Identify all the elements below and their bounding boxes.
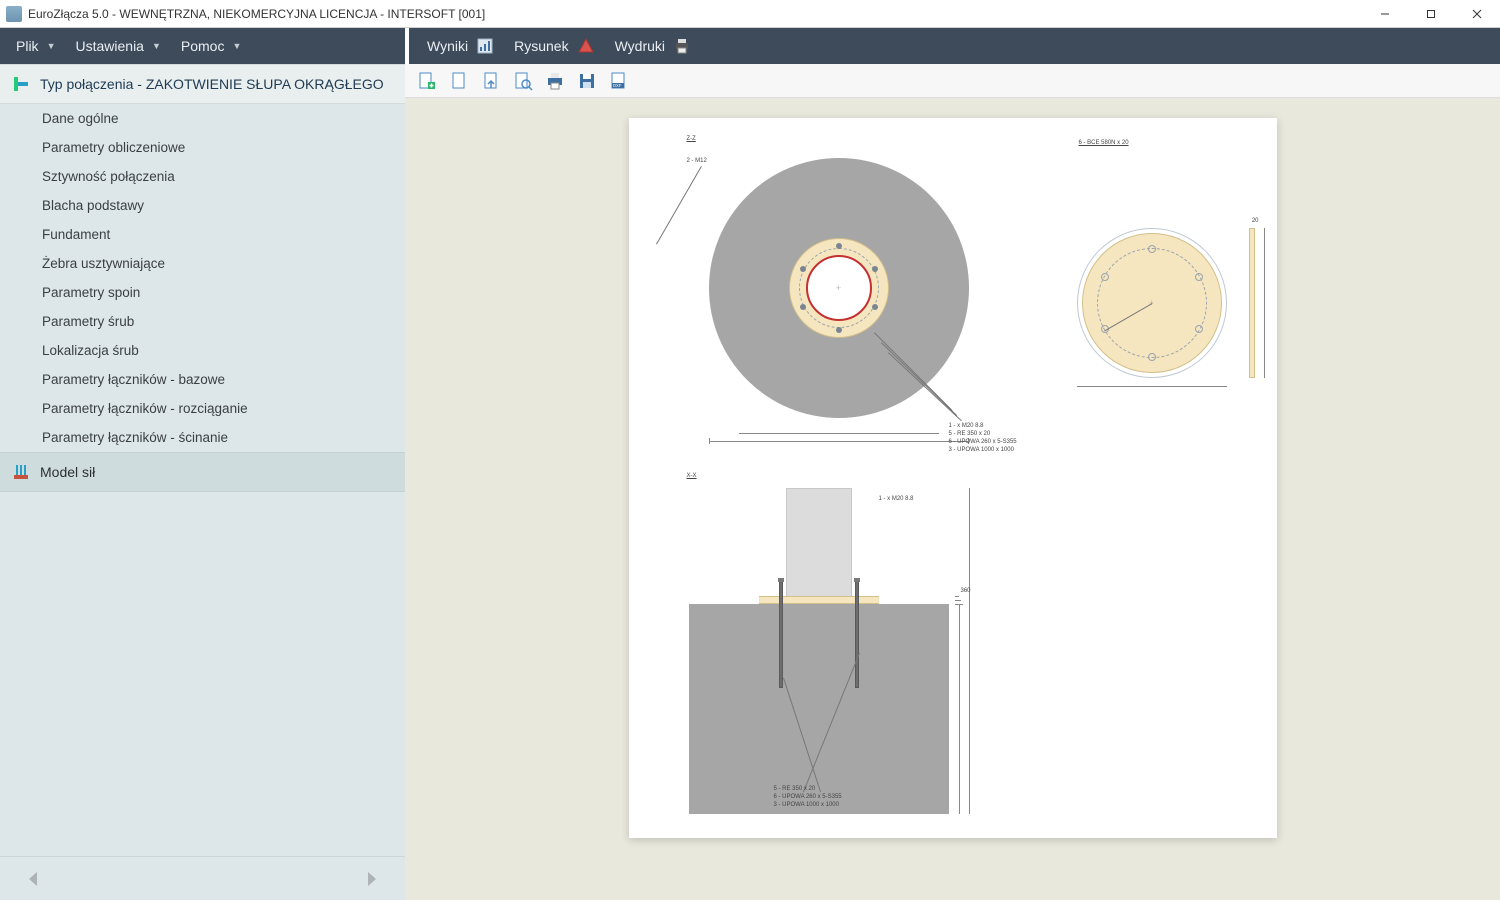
sidebar-item-laczniki-scinanie[interactable]: Parametry łączników - ścinanie [0,423,405,452]
sidebar-item-label: Dane ogólne [42,111,119,126]
dimension-line [709,441,969,442]
print-button[interactable] [543,69,567,93]
dimension-line [959,604,960,814]
menu-bar-left: Plik ▼ Ustawienia ▼ Pomoc ▼ [0,28,405,64]
callout-item1: 2 - M12 [687,158,707,164]
sidebar-item-label: Parametry spoin [42,285,140,300]
view-label-xx: X-X [687,473,697,479]
elev-callout: 1 - x M20 8.8 [879,496,914,502]
plan-view-small: + [1077,228,1227,378]
sidebar-item-blacha-podstawy[interactable]: Blacha podstawy [0,191,405,220]
plan-view-large: + [709,158,969,418]
chevron-down-icon: ▼ [152,41,161,51]
chevron-down-icon: ▼ [47,41,56,51]
results-icon [476,37,494,55]
sidebar-item-fundament[interactable]: Fundament [0,220,405,249]
sidebar-item-laczniki-bazowe[interactable]: Parametry łączników - bazowe [0,365,405,394]
printer-icon [673,37,691,55]
dimension-line [739,433,939,434]
menu-pomoc[interactable]: Pomoc ▼ [171,32,252,60]
sidebar-item-label: Blacha podstawy [42,198,144,213]
dimension-line [1264,228,1265,378]
sidebar-item-label: Parametry łączników - ścinanie [42,430,228,445]
sidebar-item-label: Parametry łączników - rozciąganie [42,401,248,416]
sidebar-item-lokalizacja-srub[interactable]: Lokalizacja śrub [0,336,405,365]
title-bar: EuroZłącza 5.0 - WEWNĘTRZNA, NIEKOMERCYJ… [0,0,1500,28]
sidebar-item-dane-ogolne[interactable]: Dane ogólne [0,104,405,133]
sidebar-item-label: Fundament [42,227,110,242]
new-page-button[interactable] [415,69,439,93]
dimension-text: 20 [1252,218,1259,224]
elev-callout: 6 - UPOWA 260 x 5-S355 [774,794,842,800]
window-maximize-button[interactable] [1408,0,1454,28]
sidebar-item-label: Lokalizacja śrub [42,343,139,358]
menu-rysunek[interactable]: Rysunek [504,31,604,61]
connection-type-icon [12,75,30,93]
main-area: DXF Z-Z 2 - M12 + [405,64,1500,900]
app-icon [6,6,22,22]
drawing-toolbar: DXF [405,64,1500,98]
menu-bar: Plik ▼ Ustawienia ▼ Pomoc ▼ Wyniki Rysun… [0,28,1500,64]
nav-prev-button[interactable] [20,865,48,893]
dimension-line [969,488,970,814]
menu-ustawienia[interactable]: Ustawienia ▼ [65,32,170,60]
sidebar-item-parametry-obliczeniowe[interactable]: Parametry obliczeniowe [0,133,405,162]
callout-text: 1 - x M20 8.8 [949,423,984,429]
window-minimize-button[interactable] [1362,0,1408,28]
page-inspect-button[interactable] [511,69,535,93]
elevation-view [689,488,989,828]
nav-next-button[interactable] [357,865,385,893]
window-title: EuroZłącza 5.0 - WEWNĘTRZNA, NIEKOMERCYJ… [28,7,485,21]
dimension-text: 360 [961,588,971,594]
sidebar-item-laczniki-rozciaganie[interactable]: Parametry łączników - rozciąganie [0,394,405,423]
elev-callout: 5 - RE 350 x 20 [774,786,816,792]
menu-wyniki[interactable]: Wyniki [417,31,504,61]
sidebar-item-zebra-usztywniajace[interactable]: Żebra usztywniające [0,249,405,278]
sidebar: Typ połączenia - ZAKOTWIENIE SŁUPA OKRĄG… [0,64,405,900]
callout-text: 5 - RE 350 x 20 [949,431,991,437]
page-import-button[interactable] [479,69,503,93]
export-dxf-button[interactable]: DXF [607,69,631,93]
menu-label: Wyniki [427,38,468,54]
sidebar-item-label: Parametry łączników - bazowe [42,372,225,387]
sidebar-item-label: Sztywność połączenia [42,169,175,184]
forces-model-icon [12,463,30,481]
sidebar-nav [0,856,405,900]
dimension-line [1077,386,1227,387]
save-button[interactable] [575,69,599,93]
menu-label: Plik [16,38,39,54]
drawing-icon [577,37,595,55]
drawing-page: Z-Z 2 - M12 + [629,118,1277,838]
sidebar-header[interactable]: Typ połączenia - ZAKOTWIENIE SŁUPA OKRĄG… [0,64,405,104]
chevron-down-icon: ▼ [232,41,241,51]
sidebar-item-label: Parametry śrub [42,314,134,329]
center-mark-icon: + [836,283,841,293]
menu-label: Ustawienia [75,38,143,54]
menu-bar-right: Wyniki Rysunek Wydruki [409,28,1500,64]
svg-text:DXF: DXF [613,83,622,88]
callout-text: 6 - UPOWA 260 x 5-S355 [949,439,1017,445]
page-button[interactable] [447,69,471,93]
leader-line [656,166,702,244]
sidebar-header-label: Typ połączenia - ZAKOTWIENIE SŁUPA OKRĄG… [40,76,384,92]
sidebar-item-parametry-srub[interactable]: Parametry śrub [0,307,405,336]
menu-label: Pomoc [181,38,225,54]
menu-plik[interactable]: Plik ▼ [6,32,65,60]
elev-callout: 3 - UPOWA 1000 x 1000 [774,802,839,808]
sidebar-item-parametry-spoin[interactable]: Parametry spoin [0,278,405,307]
plate-side-view [1249,228,1255,378]
window-close-button[interactable] [1454,0,1500,28]
part-title: 6 - BCE 580N x 20 [1079,140,1129,146]
menu-label: Wydruki [615,38,665,54]
callout-text: 3 - UPOWA 1000 x 1000 [949,447,1014,453]
sidebar-footer-label: Model sił [40,464,95,480]
sidebar-item-label: Żebra usztywniające [42,256,165,271]
sidebar-item-sztywnosc-polaczenia[interactable]: Sztywność połączenia [0,162,405,191]
drawing-canvas[interactable]: Z-Z 2 - M12 + [405,98,1500,900]
view-label-zz: Z-Z [687,136,696,142]
sidebar-item-label: Parametry obliczeniowe [42,140,185,155]
menu-label: Rysunek [514,38,568,54]
sidebar-footer-model-sil[interactable]: Model sił [0,452,405,492]
menu-wydruki[interactable]: Wydruki [605,31,701,61]
